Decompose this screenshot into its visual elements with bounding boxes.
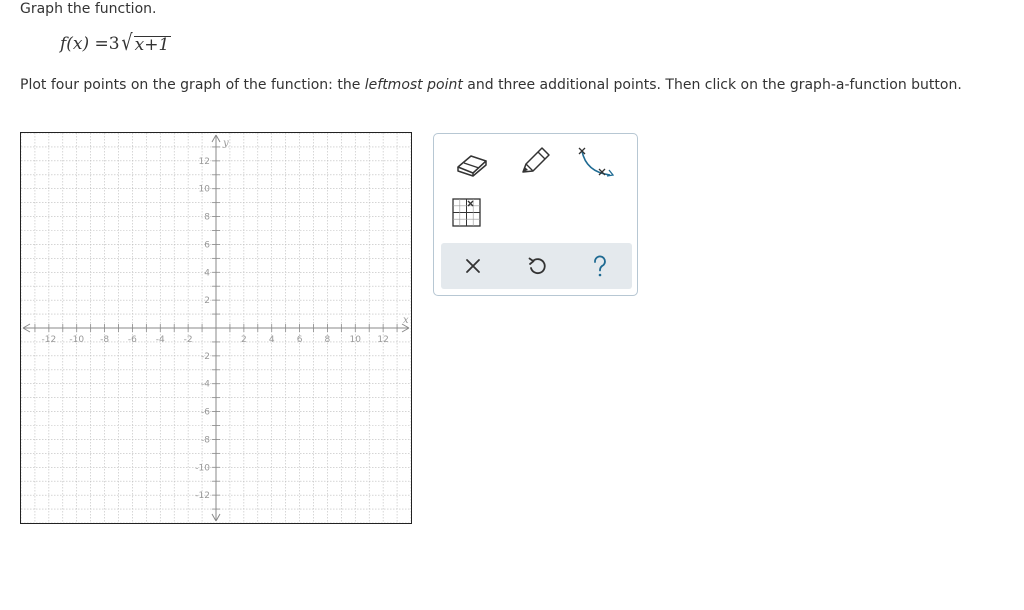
undo-button[interactable]	[517, 248, 557, 284]
formula-coefficient: 3	[108, 34, 120, 54]
y-tick-label: 4	[204, 268, 210, 278]
y-tick-label: 6	[204, 240, 210, 250]
x-tick-label: 6	[297, 335, 303, 345]
x-tick-label: 10	[350, 335, 362, 345]
y-tick-label: 10	[199, 185, 211, 195]
x-axis-label: x	[403, 315, 409, 326]
graph-canvas[interactable]: -12 -10 -8 -6 -4 -2 2 4 6 8 10 12 12 10 8 6 4 2 -2 -4 -6 -8 -1…	[20, 132, 412, 524]
x-tick-label: -12	[42, 335, 57, 345]
y-tick-label: 8	[204, 213, 210, 223]
x-tick-label: 8	[325, 335, 331, 345]
pencil-icon	[522, 147, 550, 173]
eraser-icon	[457, 155, 487, 177]
y-tick-label: -2	[201, 352, 210, 362]
x-tick-label: 4	[269, 335, 275, 345]
question-heading: Graph the function.	[20, 1, 157, 17]
y-tick-label: 12	[199, 157, 210, 167]
y-axis-label: y	[222, 138, 229, 149]
y-tick-label: -6	[201, 408, 210, 418]
point-grid-tool[interactable]	[447, 195, 487, 231]
instruction-part2: and three additional points. Then click …	[462, 77, 962, 93]
instruction-emphasis: leftmost point	[364, 77, 463, 93]
x-tick-label: -2	[184, 335, 193, 345]
y-tick-label: -4	[201, 380, 210, 390]
help-button[interactable]	[580, 248, 620, 284]
x-tick-label: -10	[69, 335, 84, 345]
help-icon	[594, 255, 606, 277]
close-icon	[466, 259, 480, 273]
y-tick-label: 2	[204, 296, 210, 306]
coordinate-plane[interactable]: -12 -10 -8 -6 -4 -2 2 4 6 8 10 12 12 10 8 6 4 2 -2 -4 -6 -8 -1…	[21, 133, 411, 523]
clear-button[interactable]	[453, 248, 493, 284]
pencil-tool[interactable]	[515, 143, 555, 179]
x-tick-label: -8	[100, 335, 109, 345]
x-tick-label: 12	[377, 335, 388, 345]
y-tick-label: -10	[195, 463, 210, 473]
x-tick-label: -6	[128, 335, 137, 345]
point-grid-icon	[452, 198, 481, 227]
function-formula: f(x) = 3 √ x+1	[60, 31, 172, 56]
eraser-tool[interactable]	[452, 144, 492, 180]
undo-icon	[528, 257, 546, 275]
instructions: Plot four points on the graph of the fun…	[20, 77, 962, 93]
instruction-part1: Plot four points on the graph of the fun…	[20, 77, 365, 93]
y-tick-label: -12	[195, 491, 210, 501]
action-bar	[441, 243, 632, 289]
y-tick-label: -8	[201, 435, 210, 445]
radical-sign: √	[121, 31, 133, 56]
curve-graph-tool[interactable]	[574, 144, 614, 180]
formula-radicand: x+1	[133, 35, 172, 55]
curve-graph-icon	[578, 147, 614, 177]
graph-toolbox	[433, 133, 638, 296]
x-tick-label: 2	[241, 335, 247, 345]
x-tick-label: -4	[156, 335, 165, 345]
formula-lhs: f(x) =	[60, 34, 109, 54]
